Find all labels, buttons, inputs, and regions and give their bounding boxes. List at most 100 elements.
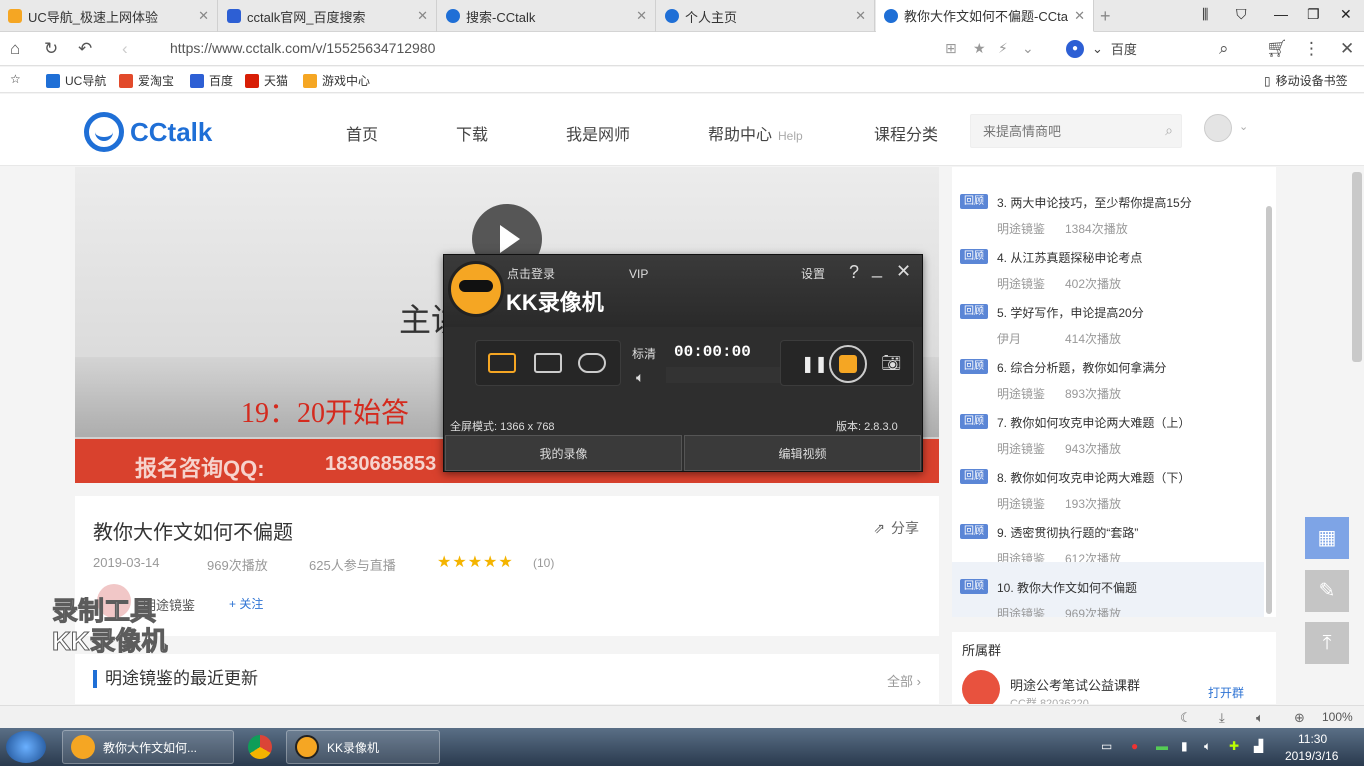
translate-icon[interactable]: ⊞ xyxy=(945,40,957,57)
kk-settings-button[interactable]: 设置 xyxy=(801,265,825,282)
search-icon[interactable]: ⌕ xyxy=(1165,122,1173,139)
back-icon[interactable]: ↶ xyxy=(78,39,92,59)
green-plus-icon[interactable]: ✚ xyxy=(1229,739,1239,753)
sound-icon[interactable]: 🔈︎ xyxy=(1256,710,1264,726)
kk-quality-selector[interactable]: 标清 xyxy=(632,345,656,362)
all-link[interactable]: 全部 › xyxy=(887,671,921,690)
bookmark-item[interactable]: 爱淘宝 xyxy=(119,72,174,89)
list-item[interactable]: 回顾 9. 透密贯彻执行题的“套路” 明途镜鉴 612次播放 xyxy=(952,507,1264,566)
volume-icon[interactable]: 🔈︎ xyxy=(636,369,644,386)
kk-vip-link[interactable]: VIP xyxy=(629,267,648,281)
close-icon[interactable]: ✕ xyxy=(417,8,428,24)
nav-help[interactable]: 帮助中心 Help xyxy=(708,121,803,145)
cctalk-favicon-icon xyxy=(446,9,460,23)
stop-record-icon[interactable] xyxy=(829,345,867,383)
search-icon[interactable]: ⌕ xyxy=(1219,39,1229,59)
zoom-icon[interactable]: ⊕ xyxy=(1294,710,1305,726)
taskbar-item-kk[interactable]: KK录像机 xyxy=(286,730,440,764)
list-item[interactable]: 回顾 4. 从江苏真题探秘申论考点 明途镜鉴 402次播放 xyxy=(952,232,1264,291)
list-item[interactable]: 回顾 6. 综合分析题，教你如何拿满分 明途镜鉴 893次播放 xyxy=(952,342,1264,401)
bookmark-item[interactable]: 百度 xyxy=(190,72,233,89)
close-icon[interactable]: ✕ xyxy=(855,8,866,24)
page-scrollbar[interactable] xyxy=(1352,172,1362,362)
window-close-icon[interactable]: ✕ xyxy=(1340,6,1352,23)
network-icon[interactable]: ▟ xyxy=(1254,739,1263,753)
my-recordings-button[interactable]: 我的录像 xyxy=(445,435,682,471)
fullscreen-mode-icon[interactable] xyxy=(488,353,516,373)
download-icon[interactable]: ⤓ xyxy=(1219,710,1225,726)
help-icon[interactable]: ? xyxy=(849,262,859,283)
close-icon[interactable]: ✕ xyxy=(636,8,647,24)
playlist-scrollbar[interactable] xyxy=(1266,206,1272,614)
list-item[interactable]: 回顾 3. 两大申论技巧，至少帮你提高15分 明途镜鉴 1384次播放 xyxy=(952,177,1264,236)
nav-download[interactable]: 下载 xyxy=(456,121,488,145)
back-to-top-icon[interactable]: ⤒ xyxy=(1305,622,1349,664)
search-engine-selector[interactable]: ● ⌄ 百度 xyxy=(1066,39,1137,58)
minimize-icon[interactable]: _ xyxy=(872,258,882,279)
region-mode-icon[interactable] xyxy=(534,353,562,373)
home-icon[interactable]: ⌂ xyxy=(10,39,20,59)
game-mode-icon[interactable] xyxy=(578,353,606,373)
volume-icon[interactable]: 🔈︎ xyxy=(1204,739,1211,754)
list-item[interactable]: 回顾 7. 教你如何攻克申论两大难题（上） 明途镜鉴 943次播放 xyxy=(952,397,1264,456)
kk-login-link[interactable]: 点击登录 xyxy=(507,265,555,282)
new-tab-icon[interactable]: + xyxy=(1100,6,1111,27)
forward-icon[interactable]: ‹ xyxy=(122,39,128,59)
bookmark-item[interactable]: 天猫 xyxy=(245,72,288,89)
lightning-icon[interactable]: ⚡ xyxy=(998,40,1008,57)
nav-categories[interactable]: 课程分类 xyxy=(874,121,938,145)
pause-icon[interactable]: ❚❚ xyxy=(801,354,828,374)
browser-tab[interactable]: UC导航_极速上网体验 ✕ xyxy=(0,0,218,32)
cctalk-logo[interactable]: CCtalk xyxy=(84,112,212,152)
follow-button[interactable]: + 关注 xyxy=(229,595,263,612)
more-menu-icon[interactable]: ⋮ xyxy=(1303,39,1320,59)
nvidia-icon[interactable]: ▬ xyxy=(1156,739,1168,753)
bookmark-star-icon[interactable]: ☆ xyxy=(10,72,21,86)
close-icon[interactable]: ✕ xyxy=(198,8,209,24)
close-icon[interactable]: ✕ xyxy=(896,261,911,282)
browser-tab[interactable]: 个人主页 ✕ xyxy=(657,0,875,32)
windows-start-icon[interactable] xyxy=(6,731,46,763)
camera-icon[interactable]: 📷︎ xyxy=(881,353,901,373)
close-icon[interactable]: ✕ xyxy=(1340,39,1354,59)
browser-tab[interactable]: cctalk官网_百度搜索 ✕ xyxy=(219,0,437,32)
nav-home[interactable]: 首页 xyxy=(346,121,378,145)
chevron-down-icon[interactable]: ⌄ xyxy=(1239,120,1248,133)
nav-teacher[interactable]: 我是网师 xyxy=(566,121,630,145)
close-icon[interactable]: ✕ xyxy=(1074,8,1085,24)
shield-icon[interactable]: ⛉ xyxy=(1236,6,1247,23)
chevron-down-icon[interactable]: ⌄ xyxy=(1022,40,1034,57)
list-item-current[interactable]: 回顾 10. 教你大作文如何不偏题 明途镜鉴 969次播放 xyxy=(952,562,1264,617)
list-item[interactable]: 回顾 5. 学好写作，申论提高20分 伊月 414次播放 xyxy=(952,287,1264,346)
browser-tab[interactable]: 搜索-CCtalk ✕ xyxy=(438,0,656,32)
list-item[interactable]: 回顾 8. 教你如何攻克申论两大难题（下） 明途镜鉴 193次播放 xyxy=(952,452,1264,511)
usb-icon[interactable]: ▮ xyxy=(1181,739,1188,753)
mobile-bookmarks[interactable]: ▯ 移动设备书签 xyxy=(1264,72,1348,89)
avatar[interactable] xyxy=(1204,114,1232,142)
clock-time[interactable]: 11:30 xyxy=(1298,732,1327,746)
address-bar: ⌂ ↻ ↶ ‹ https://www.cctalk.com/v/1552563… xyxy=(0,32,1364,66)
minimize-icon[interactable]: — xyxy=(1274,6,1288,22)
taskbar-item-uc[interactable]: 教你大作文如何... xyxy=(62,730,234,764)
tab-list-icon[interactable]: ⫼ xyxy=(1202,6,1208,23)
clock-date[interactable]: 2019/3/16 xyxy=(1285,749,1338,763)
browser-tab-active[interactable]: 教你大作文如何不偏题-CCtalk ✕ xyxy=(876,0,1094,32)
url-field[interactable]: https://www.cctalk.com/v/15525634712980 xyxy=(170,40,435,56)
search-input[interactable] xyxy=(971,115,1151,147)
keyboard-icon[interactable]: ▭ xyxy=(1101,739,1112,753)
taskbar-item-chrome[interactable] xyxy=(238,730,282,764)
security-icon[interactable]: ● xyxy=(1131,739,1138,753)
open-group-button[interactable]: 打开群 xyxy=(1208,684,1244,701)
zoom-level[interactable]: 100% xyxy=(1322,710,1353,724)
share-button[interactable]: ⇗ 分享 xyxy=(873,518,919,538)
cart-icon[interactable]: 🛒︎ xyxy=(1266,39,1288,59)
night-mode-icon[interactable]: ☾ xyxy=(1180,710,1192,726)
feedback-edit-icon[interactable]: ✎ xyxy=(1305,570,1349,612)
star-icon[interactable]: ★ xyxy=(973,40,986,57)
maximize-icon[interactable]: ❐ xyxy=(1307,6,1320,23)
bookmark-item[interactable]: 游戏中心 xyxy=(303,72,370,89)
refresh-icon[interactable]: ↻ xyxy=(44,39,58,59)
bookmark-item[interactable]: UC导航 xyxy=(46,72,106,89)
qr-code-icon[interactable]: ▦ xyxy=(1305,517,1349,559)
edit-video-button[interactable]: 编辑视频 xyxy=(684,435,921,471)
